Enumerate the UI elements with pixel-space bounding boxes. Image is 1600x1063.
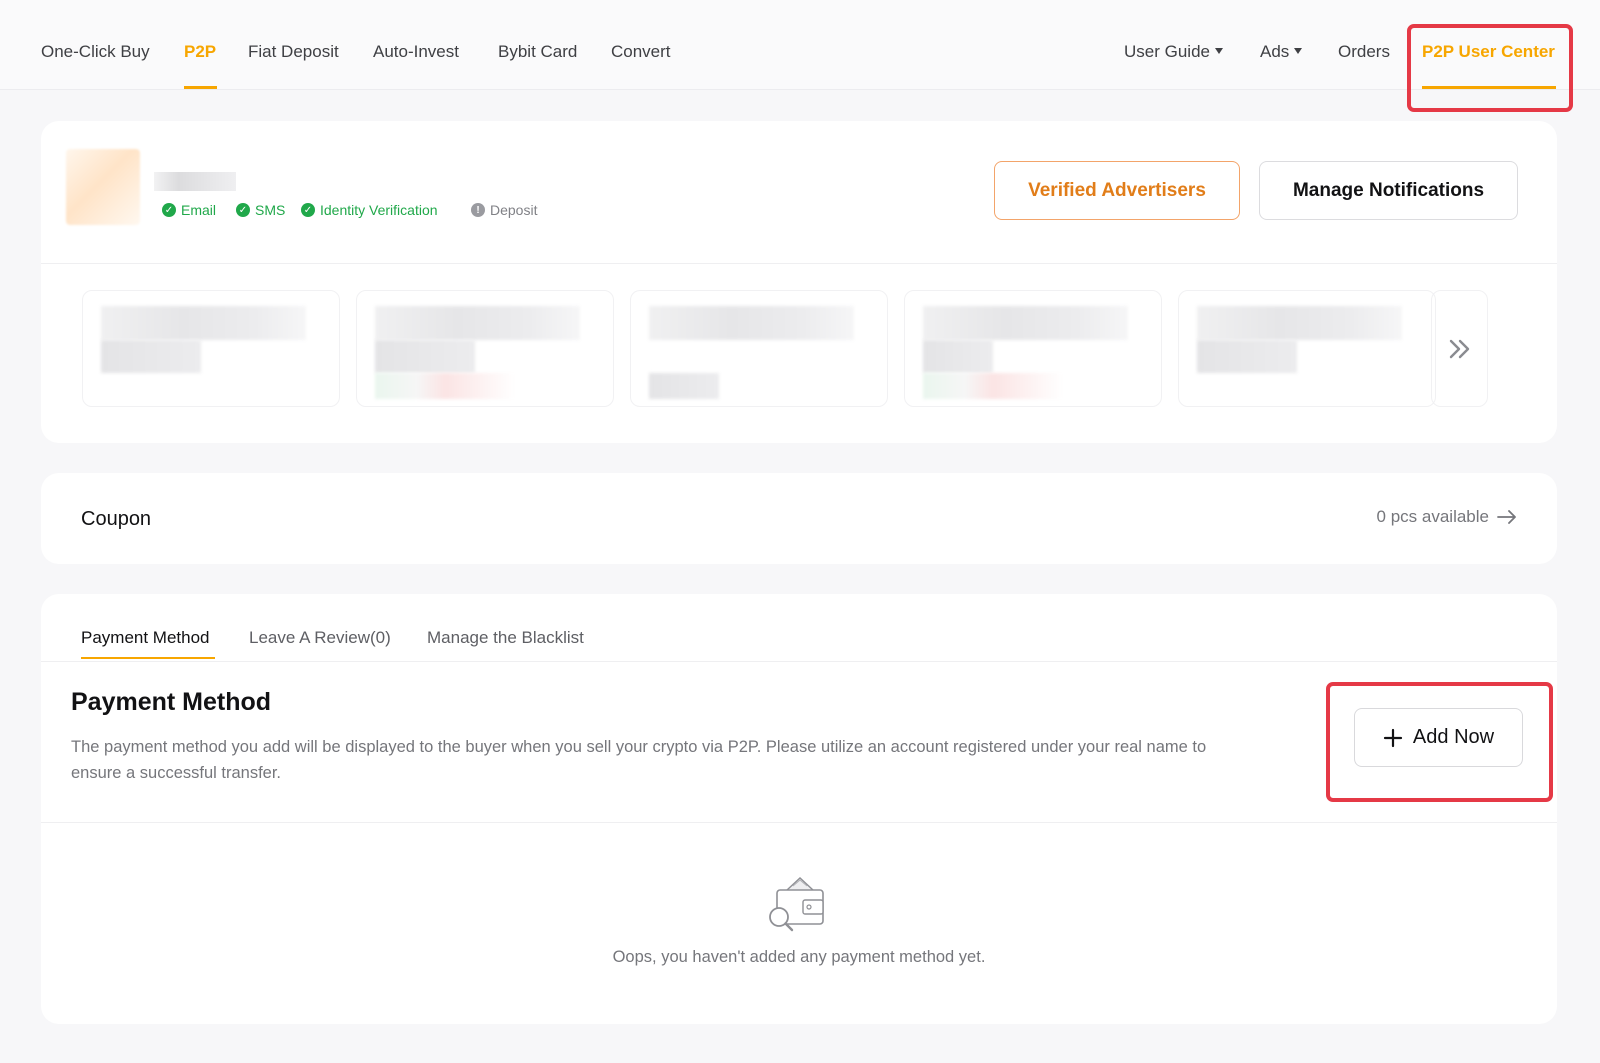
- badge-email: ✓ Email: [162, 202, 216, 218]
- badge-sms: ✓ SMS: [236, 202, 285, 218]
- badge-identity-verification: ✓ Identity Verification: [301, 202, 438, 218]
- empty-wallet-icon: [769, 877, 824, 932]
- tab-active-underline: [81, 657, 215, 659]
- badge-sms-label: SMS: [255, 202, 286, 218]
- coupon-available-link[interactable]: 0 pcs available: [1377, 507, 1517, 527]
- username-redacted: [154, 172, 236, 191]
- payment-card: Payment Method Leave A Review(0) Manage …: [41, 594, 1557, 1024]
- stat-tile-redacted: [904, 290, 1162, 407]
- nav-ads-label: Ads: [1260, 42, 1290, 61]
- nav-fiat-deposit[interactable]: Fiat Deposit: [248, 42, 339, 62]
- double-chevron-right-icon: [1449, 339, 1469, 358]
- empty-state-text: Oops, you haven't added any payment meth…: [612, 948, 986, 966]
- badge-identity-label: Identity Verification: [320, 202, 438, 218]
- profile-card: ✓ Email ✓ SMS ✓ Identity Verification ! …: [41, 121, 1557, 443]
- nav-one-click-buy[interactable]: One-Click Buy: [41, 42, 150, 62]
- stat-tile-redacted: [630, 290, 888, 407]
- tab-manage-blacklist[interactable]: Manage the Blacklist: [427, 628, 584, 648]
- payment-method-description: The payment method you add will be displ…: [71, 738, 1207, 782]
- nav-bybit-card[interactable]: Bybit Card: [498, 42, 577, 62]
- profile-divider: [41, 263, 1557, 264]
- coupon-card: Coupon 0 pcs available: [41, 473, 1557, 564]
- stat-tile-redacted: [356, 290, 614, 407]
- check-circle-icon: ✓: [162, 203, 176, 217]
- coupon-available-text: 0 pcs available: [1376, 507, 1489, 526]
- tabs-divider: [41, 661, 1557, 662]
- verified-advertisers-button[interactable]: Verified Advertisers: [994, 161, 1240, 220]
- caret-down-icon: [1214, 47, 1223, 54]
- nav-ads[interactable]: Ads: [1260, 42, 1303, 62]
- tab-leave-a-review[interactable]: Leave A Review(0): [249, 628, 391, 648]
- payment-method-heading: Payment Method: [71, 688, 272, 716]
- manage-notifications-button[interactable]: Manage Notifications: [1259, 161, 1518, 220]
- nav-user-guide-label: User Guide: [1124, 42, 1210, 61]
- nav-active-underline: [184, 86, 217, 89]
- check-circle-icon: ✓: [301, 203, 315, 217]
- badge-deposit: ! Deposit: [471, 202, 537, 218]
- stats-next-button[interactable]: [1431, 290, 1488, 407]
- stat-tile-redacted: [1178, 290, 1436, 407]
- highlight-box-add-now: [1326, 682, 1553, 802]
- coupon-title: Coupon: [81, 508, 152, 530]
- nav-user-guide[interactable]: User Guide: [1124, 42, 1223, 62]
- check-circle-icon: ✓: [236, 203, 250, 217]
- highlight-box-user-center: [1407, 24, 1573, 112]
- avatar: [66, 149, 140, 225]
- payment-divider: [41, 822, 1557, 823]
- nav-convert[interactable]: Convert: [611, 42, 671, 62]
- badge-email-label: Email: [181, 202, 217, 218]
- badge-deposit-label: Deposit: [490, 202, 538, 218]
- top-navigation: One-Click Buy P2P Fiat Deposit Auto-Inve…: [0, 0, 1600, 90]
- nav-p2p[interactable]: P2P: [184, 42, 216, 62]
- nav-orders[interactable]: Orders: [1338, 42, 1390, 62]
- tab-payment-method[interactable]: Payment Method: [81, 628, 210, 648]
- arrow-right-icon: [1497, 510, 1516, 524]
- caret-down-icon: [1294, 47, 1303, 54]
- stat-tile-redacted: [82, 290, 340, 407]
- nav-auto-invest[interactable]: Auto-Invest: [373, 42, 459, 62]
- info-circle-icon: !: [471, 203, 485, 217]
